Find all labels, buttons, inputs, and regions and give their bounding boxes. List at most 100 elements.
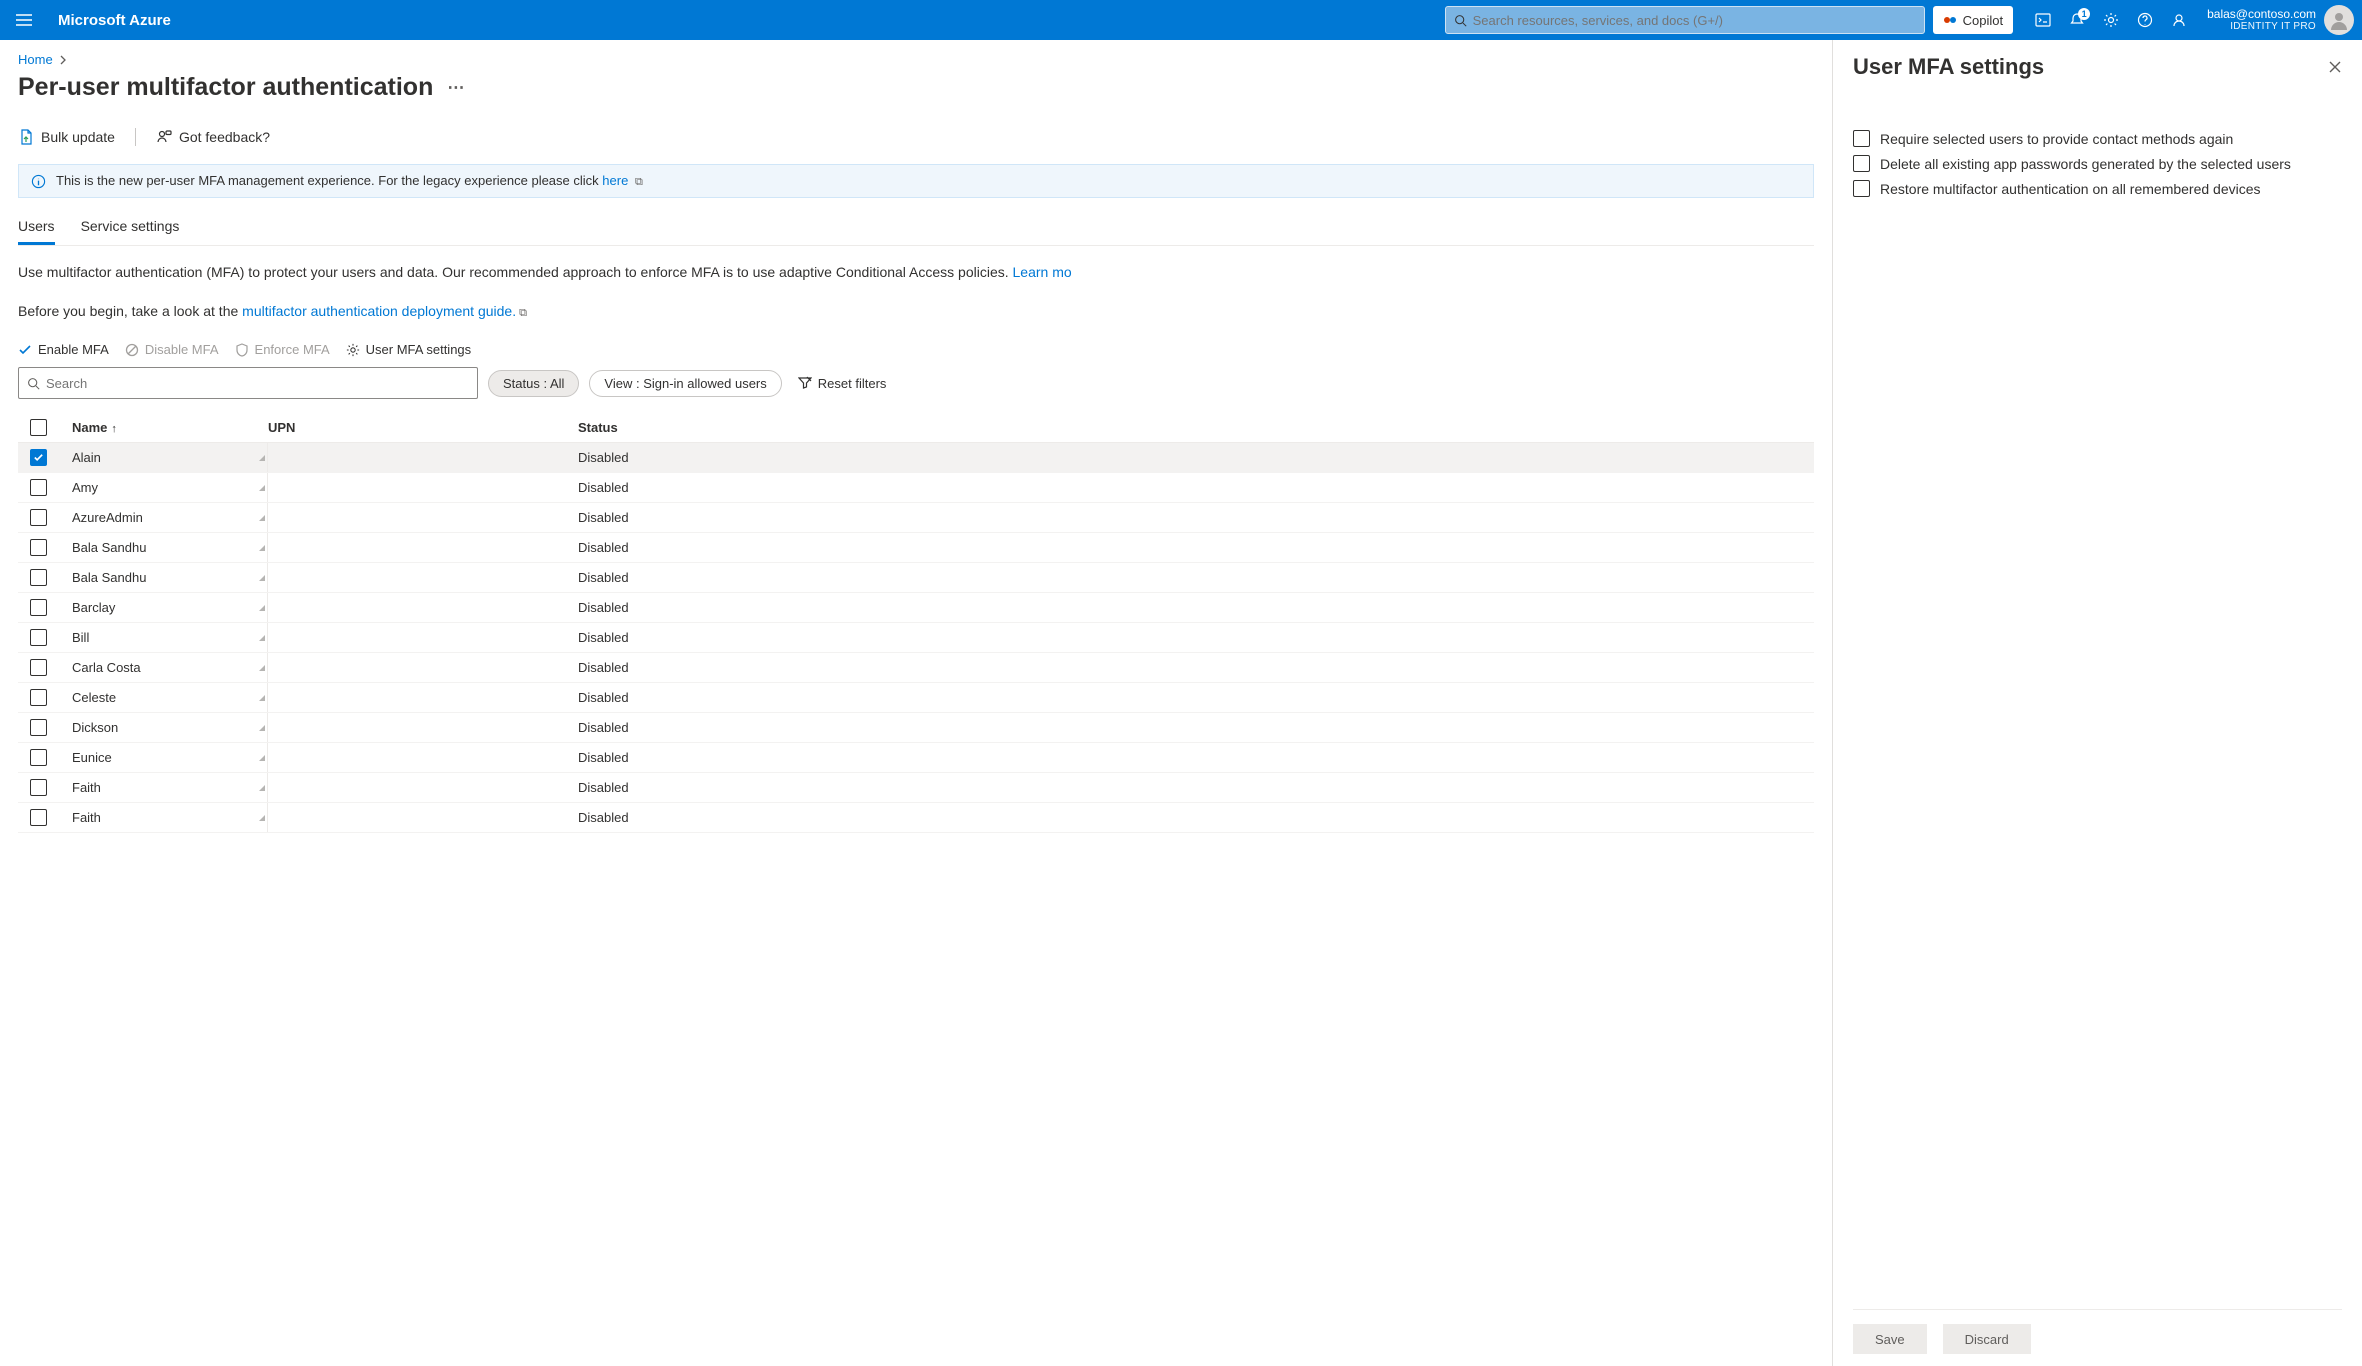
cell-name: Dickson [68, 713, 268, 742]
bulk-update-button[interactable]: Bulk update [18, 129, 115, 145]
corner-icon [259, 455, 265, 461]
panel-footer: Save Discard [1853, 1309, 2342, 1354]
notifications-icon[interactable]: 1 [2069, 12, 2085, 28]
banner-link[interactable]: here [602, 173, 628, 188]
select-all-checkbox[interactable] [30, 419, 47, 436]
row-checkbox[interactable] [30, 569, 47, 586]
table-row[interactable]: Carla Costa Disabled [18, 653, 1814, 683]
account-block[interactable]: balas@contoso.com IDENTITY IT PRO [2207, 7, 2316, 33]
filter-reset-icon [798, 376, 812, 390]
more-icon[interactable]: ⋯ [447, 78, 464, 98]
table-row[interactable]: AzureAdminDisabled [18, 503, 1814, 533]
col-header-upn[interactable]: UPN [268, 420, 578, 435]
col-header-status[interactable]: Status [578, 420, 1814, 435]
cell-name: Bala Sandhu [68, 533, 268, 562]
table-row[interactable]: AlainDisabled [18, 443, 1814, 473]
table-row[interactable]: EuniceDisabled [18, 743, 1814, 773]
cell-status: Disabled [578, 450, 1814, 465]
row-checkbox[interactable] [30, 629, 47, 646]
row-checkbox[interactable] [30, 749, 47, 766]
row-checkbox[interactable] [30, 539, 47, 556]
table-row[interactable]: AmyDisabled [18, 473, 1814, 503]
row-checkbox[interactable] [30, 479, 47, 496]
table-row[interactable]: CelesteDisabled [18, 683, 1814, 713]
opt-restore-mfa[interactable]: Restore multifactor authentication on al… [1853, 180, 2342, 197]
row-checkbox[interactable] [30, 689, 47, 706]
corner-icon [259, 755, 265, 761]
table-row[interactable]: BarclayDisabled [18, 593, 1814, 623]
checkbox[interactable] [1853, 155, 1870, 172]
brand-label[interactable]: Microsoft Azure [58, 12, 171, 29]
learn-more-link[interactable]: Learn mo [1013, 264, 1072, 280]
filter-search[interactable] [18, 367, 478, 399]
save-button[interactable]: Save [1853, 1324, 1927, 1354]
cell-name: Eunice [68, 743, 268, 772]
close-icon[interactable] [2328, 60, 2342, 74]
menu-icon[interactable] [8, 14, 40, 26]
description-line-1: Use multifactor authentication (MFA) to … [18, 262, 1814, 283]
cell-name: Carla Costa [68, 653, 268, 682]
cell-status: Disabled [578, 660, 1814, 675]
feedback-icon[interactable] [2171, 12, 2187, 28]
cell-name: Bala Sandhu [68, 563, 268, 592]
top-bar: Microsoft Azure Copilot 1 balas@contoso.… [0, 0, 2362, 40]
row-checkbox[interactable] [30, 779, 47, 796]
checkbox[interactable] [1853, 130, 1870, 147]
row-checkbox[interactable] [30, 719, 47, 736]
info-banner: This is the new per-user MFA management … [18, 164, 1814, 198]
cell-name: Amy [68, 473, 268, 502]
cell-status: Disabled [578, 780, 1814, 795]
gear-icon [346, 343, 360, 357]
row-checkbox[interactable] [30, 599, 47, 616]
account-email: balas@contoso.com [2207, 7, 2316, 21]
table-row[interactable]: Bala Sandhu Disabled [18, 533, 1814, 563]
sort-asc-icon: ↑ [111, 423, 117, 435]
global-search[interactable] [1445, 6, 1925, 34]
shield-icon [235, 343, 249, 357]
view-filter-pill[interactable]: View : Sign-in allowed users [589, 370, 781, 397]
global-search-input[interactable] [1473, 13, 1916, 28]
cell-name: Faith [68, 803, 268, 832]
discard-button[interactable]: Discard [1943, 1324, 2031, 1354]
avatar[interactable] [2324, 5, 2354, 35]
breadcrumb-home[interactable]: Home [18, 52, 53, 67]
row-checkbox[interactable] [30, 659, 47, 676]
users-table: Name↑ UPN Status AlainDisabledAmyDisable… [18, 413, 1814, 833]
row-checkbox[interactable] [30, 449, 47, 466]
col-header-name[interactable]: Name↑ [68, 420, 268, 435]
tab-users[interactable]: Users [18, 212, 55, 245]
enable-mfa-button[interactable]: Enable MFA [18, 342, 109, 357]
deployment-guide-link[interactable]: multifactor authentication deployment gu… [242, 303, 516, 319]
external-link-icon: ⧉ [635, 176, 643, 188]
opt-require-contact[interactable]: Require selected users to provide contac… [1853, 130, 2342, 147]
feedback-button[interactable]: Got feedback? [156, 129, 270, 145]
row-checkbox[interactable] [30, 509, 47, 526]
table-row[interactable]: Dickson Disabled [18, 713, 1814, 743]
corner-icon [259, 665, 265, 671]
copilot-button[interactable]: Copilot [1933, 6, 2013, 34]
reset-filters-button[interactable]: Reset filters [798, 376, 887, 391]
cell-name: Faith [68, 773, 268, 802]
checkbox[interactable] [1853, 180, 1870, 197]
copilot-icon [1943, 13, 1957, 27]
disable-mfa-button: Disable MFA [125, 342, 219, 357]
corner-icon [259, 575, 265, 581]
opt-delete-app-passwords[interactable]: Delete all existing app passwords genera… [1853, 155, 2342, 172]
table-row[interactable]: BillDisabled [18, 623, 1814, 653]
filter-search-input[interactable] [46, 376, 469, 391]
corner-icon [259, 725, 265, 731]
tab-service-settings[interactable]: Service settings [81, 212, 180, 245]
cloud-shell-icon[interactable] [2035, 12, 2051, 28]
user-mfa-settings-button[interactable]: User MFA settings [346, 342, 471, 357]
description-line-2: Before you begin, take a look at the mul… [18, 301, 1814, 322]
help-icon[interactable] [2137, 12, 2153, 28]
block-icon [125, 343, 139, 357]
settings-icon[interactable] [2103, 12, 2119, 28]
cell-status: Disabled [578, 540, 1814, 555]
status-filter-pill[interactable]: Status : All [488, 370, 579, 397]
cell-status: Disabled [578, 720, 1814, 735]
table-row[interactable]: Faith Disabled [18, 773, 1814, 803]
row-checkbox[interactable] [30, 809, 47, 826]
table-row[interactable]: FaithDisabled [18, 803, 1814, 833]
table-row[interactable]: Bala SandhuDisabled [18, 563, 1814, 593]
